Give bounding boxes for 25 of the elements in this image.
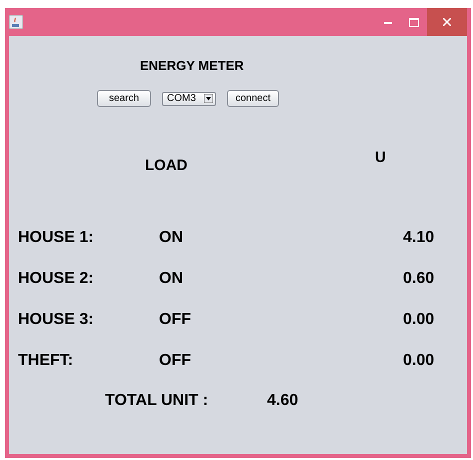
house-label: HOUSE 2: — [18, 268, 95, 288]
unit-value: 0.00 — [403, 310, 434, 330]
unit-value: 4.10 — [403, 228, 434, 248]
units-header: U — [375, 148, 386, 168]
load-header: LOAD — [145, 156, 188, 176]
minimize-icon — [384, 20, 392, 24]
close-icon — [443, 18, 451, 26]
port-dropdown[interactable]: COM3 — [162, 92, 216, 106]
house-label: HOUSE 1: — [18, 228, 95, 248]
total-value: 4.60 — [267, 390, 298, 410]
unit-value: 0.60 — [403, 268, 434, 288]
load-status: OFF — [159, 310, 192, 330]
load-status: ON — [159, 228, 184, 248]
unit-value: 0.00 — [403, 350, 434, 370]
search-button[interactable]: search — [97, 90, 151, 107]
app-title: ENERGY METER — [140, 58, 244, 73]
dropdown-arrow-icon — [204, 94, 213, 103]
house-label: THEFT: — [18, 350, 74, 370]
maximize-icon — [409, 18, 419, 26]
load-status: ON — [159, 268, 184, 288]
close-button[interactable] — [427, 8, 467, 36]
connect-button[interactable]: connect — [227, 90, 279, 107]
house-label: HOUSE 3: — [18, 310, 95, 330]
total-label: TOTAL UNIT : — [105, 390, 210, 410]
load-status: OFF — [159, 350, 192, 370]
